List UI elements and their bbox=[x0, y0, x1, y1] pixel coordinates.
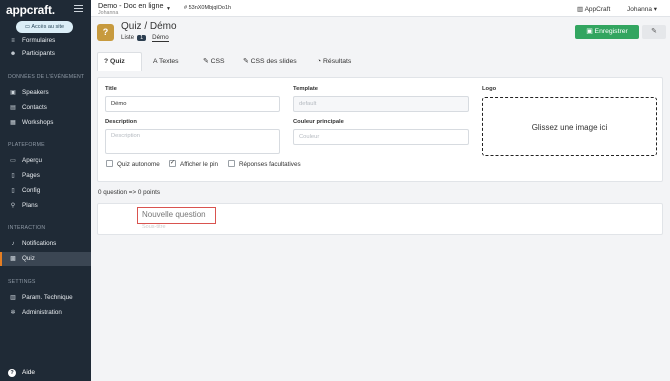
gear-icon: ✲ bbox=[10, 310, 16, 316]
template-label: Template bbox=[293, 86, 319, 92]
project-name: Demo - Doc en ligne bbox=[98, 1, 164, 10]
sidebar-item-notifications[interactable]: ♪ Notifications bbox=[0, 237, 91, 251]
section-title-settings: SETTINGS bbox=[8, 279, 36, 285]
tab-quiz[interactable]: ? Quiz bbox=[97, 52, 142, 71]
sidebar-item-apercu[interactable]: ▭ Aperçu bbox=[0, 154, 91, 168]
sidebar-item-workshops[interactable]: ▦ Workshops bbox=[0, 116, 91, 130]
section-title-interaction: INTERACTION bbox=[8, 225, 46, 231]
site-access-button[interactable]: ▭ Accès au site bbox=[16, 21, 73, 33]
checkbox-reponses-facultatives[interactable]: Réponses facultatives bbox=[228, 160, 301, 168]
save-icon: ▣ bbox=[586, 28, 595, 35]
question-panel: Nouvelle question Sous-titre bbox=[97, 203, 663, 235]
title-label: Title bbox=[105, 86, 117, 92]
edit-icon: ✎ bbox=[651, 28, 657, 35]
tab-textes[interactable]: A Textes bbox=[153, 52, 179, 71]
section-title-event-data: DONNÉES DE L'ÉVÉNEMENT bbox=[8, 74, 85, 80]
title-input[interactable]: Démo bbox=[105, 96, 280, 112]
checkbox-box[interactable] bbox=[228, 160, 235, 167]
logo-label: Logo bbox=[482, 86, 497, 92]
quiz-icon: ▩ bbox=[10, 256, 16, 262]
help-link[interactable]: ? Aide bbox=[0, 366, 91, 380]
sliders-icon: ▥ bbox=[10, 295, 16, 301]
quiz-settings-panel: Title Démo Template default Logo Glissez… bbox=[97, 77, 663, 182]
bell-icon: ♪ bbox=[11, 241, 15, 247]
building-icon: ▥ bbox=[577, 6, 585, 13]
quiz-icon: ? bbox=[97, 24, 114, 41]
user-menu[interactable]: Johanna ▾ bbox=[627, 5, 657, 13]
tab-resultats[interactable]: ◔ Résultats bbox=[317, 52, 351, 71]
current-item[interactable]: Démo bbox=[152, 34, 169, 42]
address-book-icon: ▤ bbox=[10, 105, 16, 111]
chevron-down-icon[interactable]: ▼ bbox=[166, 6, 171, 12]
monitor-icon: ▭ bbox=[10, 158, 16, 164]
logo-dropzone[interactable]: Glissez une image ici bbox=[482, 97, 657, 156]
sidebar-item-speakers[interactable]: ▣ Speakers bbox=[0, 86, 91, 100]
map-pin-icon: ⚲ bbox=[10, 203, 16, 209]
project-token: # 53nX0MbjqlOo1h bbox=[184, 5, 232, 11]
edit-button[interactable]: ✎ bbox=[642, 25, 666, 39]
page-header: ? Quiz / Démo Liste 1 Démo ▣ Enregistrer ✎ bbox=[91, 18, 670, 48]
microphone-icon: ▣ bbox=[10, 90, 16, 96]
question-count: 0 question => 0 points bbox=[98, 189, 160, 196]
checkbox-box[interactable] bbox=[106, 160, 113, 167]
project-selector[interactable]: Demo - Doc en ligne Johanna bbox=[98, 1, 164, 16]
breadcrumb: Liste 1 Démo bbox=[121, 34, 169, 42]
color-label: Couleur principale bbox=[293, 119, 344, 125]
top-bar: Demo - Doc en ligne Johanna ▼ # 53nX0Mbj… bbox=[91, 0, 670, 17]
project-user: Johanna bbox=[98, 10, 119, 16]
checkbox-quiz-autonome[interactable]: Quiz autonome bbox=[106, 160, 160, 168]
brush-icon: ✎ bbox=[243, 58, 251, 65]
question-subtitle-input[interactable]: Sous-titre bbox=[142, 224, 166, 230]
checkbox-afficher-pin[interactable]: ✓ Afficher le pin bbox=[169, 160, 218, 168]
page-title: Quiz / Démo bbox=[121, 21, 177, 32]
tab-css-slides[interactable]: ✎ CSS des slides bbox=[243, 52, 297, 71]
description-label: Description bbox=[105, 119, 137, 125]
sidebar-item-administration[interactable]: ✲ Administration bbox=[0, 306, 91, 320]
color-input[interactable]: Couleur bbox=[293, 129, 469, 145]
save-button[interactable]: ▣ Enregistrer bbox=[575, 25, 639, 39]
sidebar: appcraft. ▭ Accès au site ≡ Formulaires ☻… bbox=[0, 0, 91, 381]
file-icon: ▯ bbox=[11, 173, 15, 179]
appcraft-link[interactable]: ▥ AppCraft bbox=[577, 5, 610, 13]
help-icon: ? bbox=[8, 369, 16, 377]
sidebar-item-config[interactable]: ▯ Config bbox=[0, 184, 91, 198]
template-input[interactable]: default bbox=[293, 96, 469, 112]
sidebar-item-contacts[interactable]: ▤ Contacts bbox=[0, 101, 91, 115]
sidebar-item-plans[interactable]: ⚲ Plans bbox=[0, 199, 91, 213]
checkmark-icon[interactable]: ✓ bbox=[169, 160, 176, 167]
sidebar-item-participants[interactable]: ☻ Participants bbox=[0, 47, 91, 61]
sidebar-item-pages[interactable]: ▯ Pages bbox=[0, 169, 91, 183]
tab-css[interactable]: ✎ CSS bbox=[203, 52, 225, 71]
list-link[interactable]: Liste bbox=[121, 34, 134, 41]
users-icon: ☻ bbox=[9, 51, 17, 57]
sidebar-item-quiz[interactable]: ▩ Quiz bbox=[0, 252, 91, 266]
mobile-icon: ▯ bbox=[11, 188, 15, 194]
sidebar-item-param-technique[interactable]: ▥ Param. Technique bbox=[0, 291, 91, 305]
menu-collapse-icon[interactable] bbox=[74, 5, 83, 13]
brush-icon: ✎ bbox=[203, 58, 211, 65]
appcraft-logo[interactable]: appcraft. bbox=[6, 3, 55, 17]
section-title-platform: PLATEFORME bbox=[8, 142, 45, 148]
list-icon: ≡ bbox=[11, 38, 15, 44]
list-count-badge: 1 bbox=[137, 35, 147, 41]
sidebar-item-formulaires[interactable]: ≡ Formulaires bbox=[0, 34, 91, 48]
chevron-down-icon: ▾ bbox=[651, 6, 658, 13]
description-textarea[interactable]: Description bbox=[105, 129, 280, 154]
new-question-input[interactable]: Nouvelle question bbox=[137, 207, 216, 224]
calendar-icon: ▦ bbox=[10, 120, 16, 126]
